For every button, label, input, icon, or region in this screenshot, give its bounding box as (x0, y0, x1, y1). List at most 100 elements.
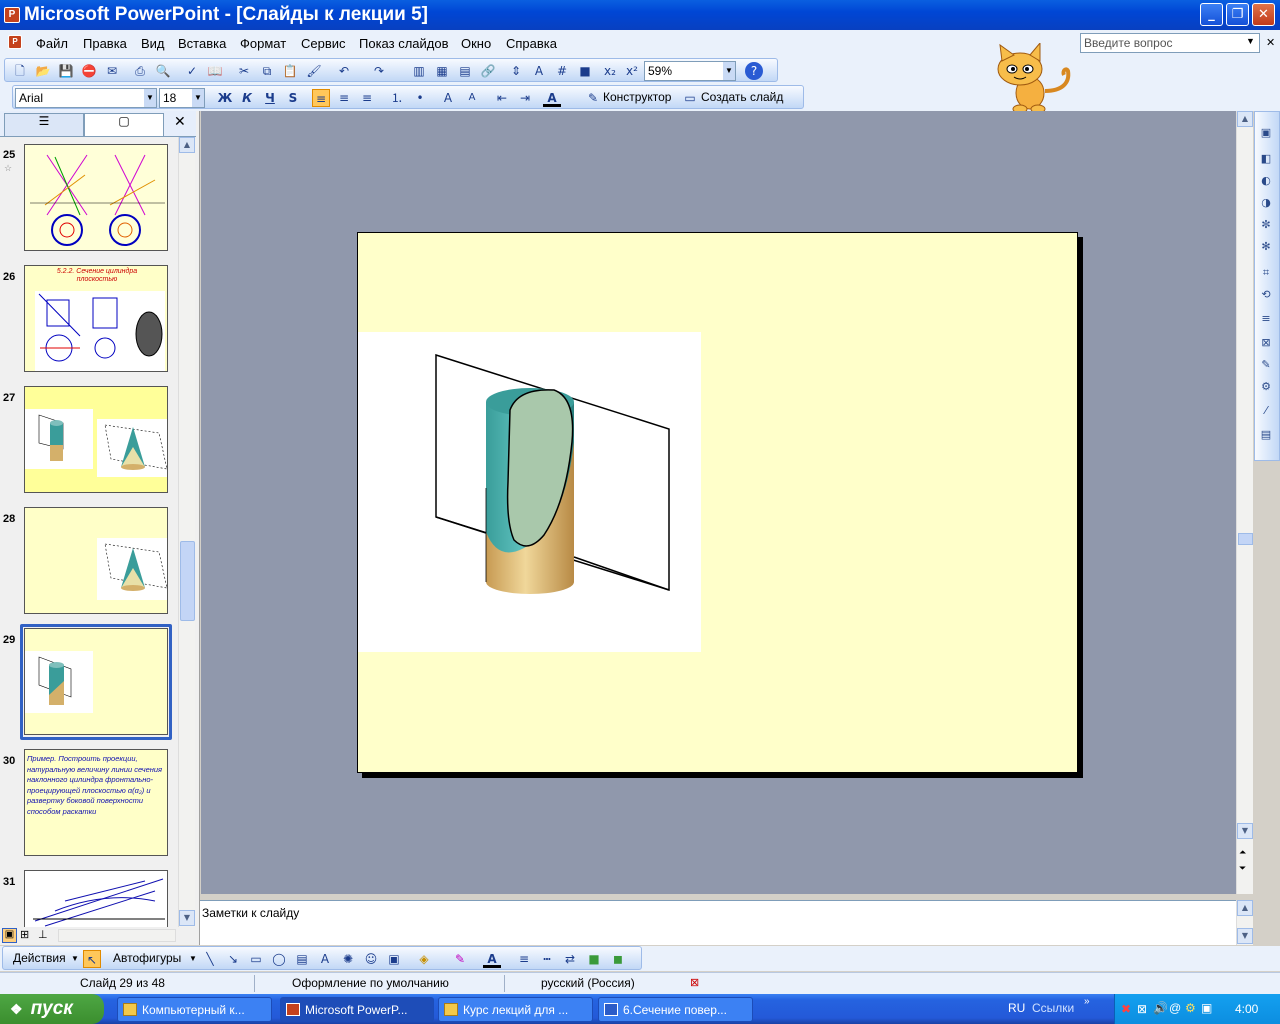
font-combo[interactable]: Arial ▼ (15, 88, 157, 108)
recolor-icon[interactable]: ✎ (1259, 358, 1273, 372)
clipart-icon[interactable]: ☺ (362, 950, 380, 968)
scroll-down-icon[interactable]: ▼ (179, 910, 195, 926)
shadow-icon[interactable]: ■ (585, 950, 603, 968)
numbering-icon[interactable]: ⒈ (388, 89, 406, 107)
slide-thumbnail-29[interactable] (24, 628, 168, 735)
tab-outline[interactable]: ☰ (4, 113, 84, 136)
clock[interactable]: 4:00 (1235, 1002, 1258, 1016)
slide-thumbnail-30[interactable]: Пример. Построить проекции, натуральную … (24, 749, 168, 856)
powerpoint-icon[interactable]: P (4, 7, 20, 23)
spelling-icon[interactable]: ✓ (183, 62, 201, 80)
contrast-down-icon[interactable]: ◑ (1259, 196, 1273, 210)
task-button-active[interactable]: Microsoft PowerP... (280, 997, 434, 1022)
oval-icon[interactable]: ◯ (270, 950, 288, 968)
scroll-down-icon[interactable]: ▼ (1237, 823, 1253, 839)
chevron-down-icon[interactable]: ▼ (189, 954, 197, 963)
thumbnails-scrollbar[interactable]: ▲ ▼ (178, 137, 195, 927)
new-slide-button[interactable]: Создать слайд (701, 90, 783, 104)
fill-color-icon[interactable]: ◈ (415, 950, 433, 968)
reset-picture-icon[interactable]: ▤ (1259, 428, 1273, 442)
actions-menu[interactable]: Действия (13, 951, 66, 965)
arrow-style-icon[interactable]: ⇄ (561, 950, 579, 968)
email-icon[interactable]: ✉ (103, 62, 121, 80)
designer-button[interactable]: Конструктор (603, 90, 671, 104)
restore-button[interactable]: ❐ (1226, 3, 1249, 26)
chevron-down-icon[interactable]: ▼ (144, 89, 156, 107)
notes-pane[interactable]: Заметки к слайду (200, 900, 1253, 945)
picture-icon[interactable]: ▣ (385, 950, 403, 968)
close-pane-icon[interactable]: ✕ (174, 114, 186, 130)
language-indicator[interactable]: RU (1008, 1001, 1025, 1015)
slide-image[interactable] (358, 332, 701, 652)
volume-icon[interactable]: 🔊 (1153, 1001, 1168, 1015)
select-pointer-icon[interactable]: ↖ (83, 950, 101, 968)
scroll-up-icon[interactable]: ▲ (1237, 900, 1253, 916)
notes-scrollbar[interactable]: ▲ ▼ (1236, 900, 1253, 945)
preview-icon[interactable]: 🔍 (154, 62, 172, 80)
horizontal-scrollbar[interactable] (58, 929, 176, 942)
increase-indent-icon[interactable]: ⇥ (516, 89, 534, 107)
crop-icon[interactable]: ⌗ (1259, 266, 1273, 280)
size-combo[interactable]: 18 ▼ (159, 88, 205, 108)
hyperlink-icon[interactable]: 🔗 (479, 62, 497, 80)
slide-thumbnail-26[interactable]: 5.2.2. Сечение цилиндра плоскостью (24, 265, 168, 372)
menu-insert[interactable]: Вставка (178, 36, 226, 51)
format-picture-icon[interactable]: ⚙ (1259, 380, 1273, 394)
update-icon[interactable]: ⚙ (1185, 1001, 1196, 1015)
previous-slide-icon[interactable]: ⏶ (1239, 847, 1246, 858)
scroll-down-icon[interactable]: ▼ (1237, 928, 1253, 944)
current-slide[interactable] (357, 232, 1078, 773)
align-right-icon[interactable]: ≡ (358, 89, 376, 107)
menu-format[interactable]: Формат (240, 36, 286, 51)
start-button[interactable]: ❖ пуск (0, 994, 104, 1024)
decrease-font-icon[interactable]: A (463, 89, 481, 107)
line-style-icon[interactable]: ≡ (1259, 312, 1273, 326)
menu-window[interactable]: Окно (461, 36, 491, 51)
table-icon[interactable]: ▦ (433, 62, 451, 80)
new-slide-icon[interactable]: ▭ (681, 89, 699, 107)
antivirus-icon[interactable]: ✖ (1121, 1002, 1131, 1016)
tab-slides[interactable]: ▢ (84, 113, 164, 136)
diagram-icon[interactable]: ✺ (339, 950, 357, 968)
chevron-down-icon[interactable]: ▼ (192, 89, 204, 107)
brightness-up-icon[interactable]: ✼ (1259, 218, 1273, 232)
office-assistant-icon[interactable] (990, 43, 1080, 115)
scroll-thumb[interactable] (1238, 533, 1253, 545)
task-button[interactable]: Курс лекций для ... (438, 997, 593, 1022)
messenger-icon[interactable]: @ (1169, 1001, 1181, 1015)
brightness-down-icon[interactable]: ✻ (1259, 240, 1273, 254)
font-color-icon[interactable]: A (543, 89, 561, 107)
scroll-up-icon[interactable]: ▲ (1237, 111, 1253, 127)
slide-scrollbar[interactable]: ▲ ▼ ⏶ ⏷ (1236, 111, 1253, 894)
compress-icon[interactable]: ⊠ (1259, 336, 1273, 350)
grid-icon[interactable]: # (553, 62, 571, 80)
color-icon[interactable]: ◧ (1259, 152, 1273, 166)
chevron-double-icon[interactable]: » (1084, 996, 1090, 1007)
slide-thumbnail-25[interactable] (24, 144, 168, 251)
line-icon[interactable]: ╲ (201, 950, 219, 968)
show-formatting-icon[interactable]: A (530, 62, 548, 80)
align-center-icon[interactable]: ≡ (335, 89, 353, 107)
document-icon[interactable]: P (8, 35, 22, 49)
autoshapes-menu[interactable]: Автофигуры (113, 951, 181, 965)
slide-thumbnail-28[interactable] (24, 507, 168, 614)
network-icon[interactable]: ⊠ (1137, 1002, 1147, 1016)
superscript-icon[interactable]: x² (623, 62, 641, 80)
bullets-icon[interactable]: • (411, 89, 429, 107)
decrease-indent-icon[interactable]: ⇤ (493, 89, 511, 107)
align-left-icon[interactable]: ≡ (312, 89, 330, 107)
rectangle-icon[interactable]: ▭ (247, 950, 265, 968)
transparent-icon[interactable]: ⁄ (1259, 404, 1273, 418)
scroll-thumb[interactable] (180, 541, 195, 621)
wordart-icon[interactable]: A (316, 950, 334, 968)
format-painter-icon[interactable]: 🖌 (305, 62, 323, 80)
chevron-down-icon[interactable]: ▼ (1246, 36, 1255, 46)
spelling-status-icon[interactable]: ⊠ (690, 976, 699, 989)
shadow-button[interactable]: S (284, 89, 302, 107)
menu-help[interactable]: Справка (506, 36, 557, 51)
zoom-combo[interactable]: 59% ▼ (644, 61, 736, 81)
contrast-up-icon[interactable]: ◐ (1259, 174, 1273, 188)
research-icon[interactable]: 📖 (206, 62, 224, 80)
redo-icon[interactable]: ↷ (370, 62, 388, 80)
slide-thumbnail-27[interactable] (24, 386, 168, 493)
